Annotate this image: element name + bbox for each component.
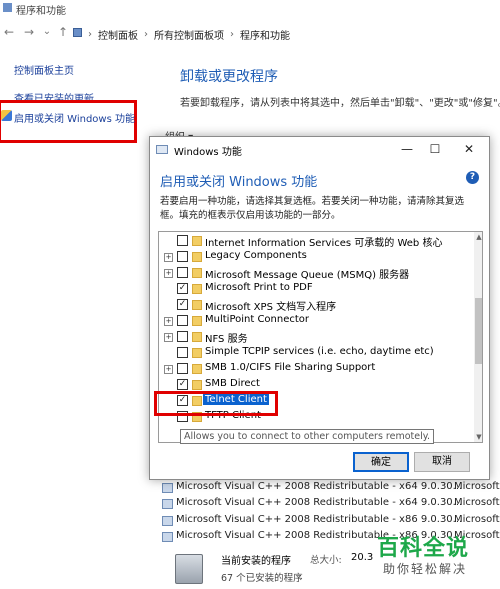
list-item[interactable]: Microsoft Visual C++ 2008 Redistributabl… xyxy=(162,481,500,496)
maximize-icon[interactable]: ☐ xyxy=(422,139,448,159)
folder-icon xyxy=(192,332,202,342)
feature-row[interactable]: + NFS 服务 xyxy=(159,329,464,345)
folder-icon xyxy=(192,268,202,278)
feature-checkbox[interactable] xyxy=(177,331,188,342)
scrollbar-thumb[interactable] xyxy=(475,298,482,364)
expand-plus-icon[interactable]: + xyxy=(164,333,173,342)
windows-features-dialog: Windows 功能 — ☐ ✕ 启用或关闭 Windows 功能 ? 若要启用… xyxy=(149,136,490,480)
forward-arrow-icon[interactable]: → xyxy=(22,24,36,40)
folder-icon xyxy=(192,348,202,358)
breadcrumb-control-panel[interactable]: 控制面板 xyxy=(98,27,138,42)
feature-label: Microsoft Print to PDF xyxy=(205,282,313,293)
tooltip: Allows you to connect to other computers… xyxy=(180,429,435,444)
feature-row[interactable]: ✓ Microsoft Print to PDF xyxy=(159,281,464,297)
ok-button[interactable]: 确定 xyxy=(353,452,409,472)
feature-checkbox-checked[interactable]: ✓ xyxy=(177,379,188,390)
folder-icon xyxy=(192,284,202,294)
sidebar-home-link[interactable]: 控制面板主页 xyxy=(14,62,74,77)
shield-icon xyxy=(1,110,12,121)
feature-checkbox[interactable] xyxy=(177,251,188,262)
dialog-description: 若要启用一种功能，请选择其复选框。若要关闭一种功能，请清除其复选框。填充的框表示… xyxy=(160,196,465,221)
page-description: 若要卸载程序，请从列表中将其选中，然后单击"卸载"、"更改"或"修复"。 xyxy=(180,98,500,109)
feature-checkbox[interactable] xyxy=(177,267,188,278)
program-publisher: Microsoft xyxy=(454,514,500,525)
folder-icon xyxy=(192,380,202,390)
feature-label: NFS 服务 xyxy=(205,334,248,345)
total-size-label: 总大小: xyxy=(310,555,342,566)
annotation-red-box-telnet xyxy=(154,391,278,416)
folder-icon xyxy=(192,364,202,374)
location-icon xyxy=(73,28,82,37)
window-title-bar: 程序和功能 xyxy=(0,0,500,17)
back-arrow-icon[interactable]: ← xyxy=(2,24,16,40)
feature-label: MultiPoint Connector xyxy=(205,314,310,325)
expand-plus-icon[interactable]: + xyxy=(164,269,173,278)
breadcrumb-all-items[interactable]: 所有控制面板项 xyxy=(154,27,224,42)
program-publisher: Microsoft xyxy=(454,497,500,508)
folder-icon xyxy=(192,236,202,246)
feature-row[interactable]: Internet Information Services 可承载的 Web 核… xyxy=(159,233,464,249)
program-name: Microsoft Visual C++ 2008 Redistributabl… xyxy=(176,497,463,508)
address-bar: ← → ⌄ ↑ › 控制面板 › 所有控制面板项 › 程序和功能 xyxy=(0,20,500,46)
program-name: Microsoft Visual C++ 2008 Redistributabl… xyxy=(176,514,463,525)
scroll-down-icon[interactable]: ▼ xyxy=(474,432,482,442)
window-icon xyxy=(156,145,168,154)
control-panel-icon xyxy=(3,3,12,12)
sidebar-windows-features-link[interactable]: 启用或关闭 Windows 功能 xyxy=(14,110,135,125)
feature-label: SMB Direct xyxy=(205,378,260,389)
breadcrumb-programs-features[interactable]: 程序和功能 xyxy=(240,27,290,42)
installed-count: 67 个已安装的程序 xyxy=(221,573,303,584)
feature-checkbox-checked[interactable]: ✓ xyxy=(177,299,188,310)
feature-checkbox-checked[interactable]: ✓ xyxy=(177,283,188,294)
feature-label: Internet Information Services 可承载的 Web 核… xyxy=(205,238,443,249)
feature-row[interactable]: Simple TCPIP services (i.e. echo, daytim… xyxy=(159,345,464,361)
feature-label: Microsoft Message Queue (MSMQ) 服务器 xyxy=(205,270,410,281)
watermark-subtitle: 助你轻松解决 xyxy=(383,562,468,576)
cancel-button[interactable]: 取消 xyxy=(414,452,470,472)
feature-label: Simple TCPIP services (i.e. echo, daytim… xyxy=(205,346,434,357)
feature-row[interactable]: ✓ Microsoft XPS 文档写入程序 xyxy=(159,297,464,313)
expand-plus-icon[interactable]: + xyxy=(164,253,173,262)
folder-icon xyxy=(192,316,202,326)
vertical-scrollbar[interactable]: ▲ ▼ xyxy=(474,232,482,442)
feature-checkbox[interactable] xyxy=(177,363,188,374)
program-name: Microsoft Visual C++ 2008 Redistributabl… xyxy=(176,481,463,492)
installed-programs-icon xyxy=(175,554,203,584)
page-title: 卸载或更改程序 xyxy=(180,69,278,85)
expand-plus-icon[interactable]: + xyxy=(164,317,173,326)
feature-label: SMB 1.0/CIFS File Sharing Support xyxy=(205,362,376,373)
total-size-value: 20.3 xyxy=(351,552,374,563)
feature-row[interactable]: + SMB 1.0/CIFS File Sharing Support xyxy=(159,361,464,377)
list-item[interactable]: Microsoft Visual C++ 2008 Redistributabl… xyxy=(162,497,500,512)
folder-icon xyxy=(192,252,202,262)
expand-plus-icon[interactable]: + xyxy=(164,365,173,374)
recent-dropdown-icon[interactable]: ⌄ xyxy=(40,24,54,40)
program-icon xyxy=(162,532,173,542)
list-item[interactable]: Microsoft Visual C++ 2008 Redistributabl… xyxy=(162,514,500,529)
feature-checkbox[interactable] xyxy=(177,347,188,358)
watermark-logo-text: 百科全说 xyxy=(377,536,470,561)
close-icon[interactable]: ✕ xyxy=(456,139,482,159)
program-icon xyxy=(162,483,173,493)
up-arrow-icon[interactable]: ↑ xyxy=(56,24,70,40)
feature-checkbox[interactable] xyxy=(177,235,188,246)
scroll-up-icon[interactable]: ▲ xyxy=(474,232,482,242)
help-icon[interactable]: ? xyxy=(466,171,479,184)
program-publisher: Microsoft xyxy=(454,481,500,492)
window-title: 程序和功能 xyxy=(16,6,66,17)
feature-label: Legacy Components xyxy=(205,250,307,261)
breadcrumb: › 控制面板 › 所有控制面板项 › 程序和功能 xyxy=(88,27,290,42)
feature-row[interactable]: + MultiPoint Connector xyxy=(159,313,464,329)
program-icon xyxy=(162,516,173,526)
minimize-icon[interactable]: — xyxy=(394,139,420,159)
folder-icon xyxy=(192,300,202,310)
dialog-heading: 启用或关闭 Windows 功能 xyxy=(160,175,318,190)
feature-label: Microsoft XPS 文档写入程序 xyxy=(205,302,337,313)
feature-row[interactable]: + Microsoft Message Queue (MSMQ) 服务器 xyxy=(159,265,464,281)
program-icon xyxy=(162,499,173,509)
status-label: 当前安装的程序 xyxy=(221,556,291,567)
dialog-title: Windows 功能 xyxy=(174,147,242,158)
feature-checkbox[interactable] xyxy=(177,315,188,326)
feature-row[interactable]: + Legacy Components xyxy=(159,249,464,265)
